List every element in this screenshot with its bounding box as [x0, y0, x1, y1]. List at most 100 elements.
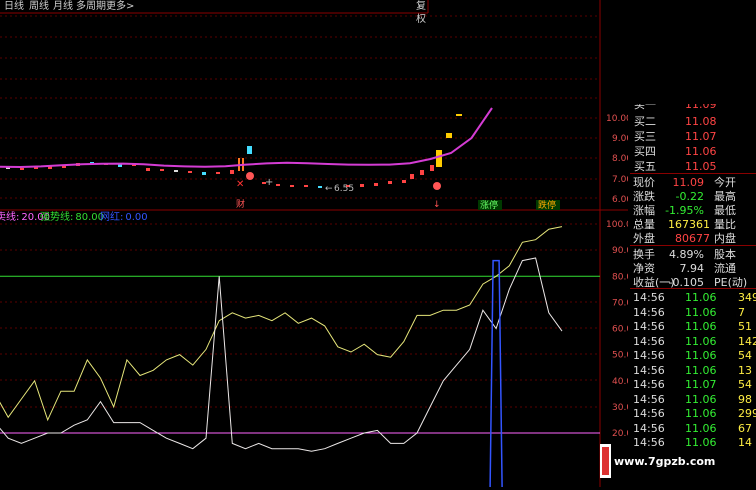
indicator-tick: 50.00: [612, 351, 628, 361]
tick-vol: 14: [738, 436, 752, 449]
tick-vol: 142: [738, 334, 756, 348]
tick-price: 11.06: [685, 334, 717, 348]
tick-time: 14:56: [633, 378, 665, 391]
book-price: 11.07: [685, 130, 717, 143]
event-markers: 财 ↓ 涨停 跌停: [236, 198, 560, 211]
book-row[interactable]: 买三 11.07: [630, 129, 756, 144]
book-row[interactable]: 买二 11.08: [630, 114, 756, 129]
indicator-series: [0, 226, 563, 488]
quote-panel: 买一 11.09 买二 11.08 买三 11.07 买四 11.06 买五 11.05 现价…: [630, 0, 756, 487]
tick-row: 14:56 11.06 54: [630, 348, 756, 363]
tick-vol: 7: [738, 305, 745, 319]
tick-row: 14:56 11.06 51: [630, 319, 756, 334]
stat-label-2: 股本: [714, 248, 736, 261]
stat-label-2: 量比: [714, 218, 736, 231]
tick-row: 14:56 11.07 54: [630, 377, 756, 392]
stat-label: 现价: [633, 176, 655, 189]
stat-value: -1.95%: [665, 204, 704, 217]
tick-price: 11.06: [685, 305, 717, 319]
tick-time: 14:56: [633, 291, 665, 304]
tick-time: 14:56: [633, 392, 665, 406]
book-label: 买五: [634, 160, 656, 173]
tick-vol: 98: [738, 392, 752, 406]
indicator-axis: 100.00 90.00 80.00 70.00 60.00 50.00 40.00 30.0…: [606, 220, 638, 439]
marker-cai: 财: [236, 198, 245, 210]
book-row[interactable]: 买五 11.05: [630, 159, 756, 174]
stat-label-2: 最高: [714, 190, 736, 203]
stat-label-2: 最低: [714, 204, 736, 217]
tick-time: 14:56: [633, 407, 665, 420]
butterfly-icon: ✕: [236, 179, 244, 190]
stat-value: 4.89%: [669, 248, 704, 261]
tick-row: 14:56 11.06 98: [630, 392, 756, 407]
stat-value: -0.22: [675, 190, 704, 203]
chart-area: 10.00 9.00 8.00 7.00 6.00: [0, 0, 638, 488]
stat-label: 外盘: [633, 232, 655, 245]
series-line-1: [0, 257, 563, 452]
watermark: www.7gpzb.com: [614, 455, 716, 468]
book-price: 11.06: [685, 145, 717, 158]
tick-time: 14:56: [633, 363, 665, 377]
indicator-grid: [0, 223, 600, 434]
book-row[interactable]: 买四 11.06: [630, 144, 756, 159]
series-line-0: [0, 226, 563, 422]
indicator-tick: 70.00: [612, 298, 628, 308]
stat-value: 7.94: [679, 262, 705, 275]
indicator-tick: 30.00: [612, 403, 628, 413]
price-tick: 10.00: [606, 114, 628, 124]
tick-time: 14:56: [633, 334, 665, 348]
tick-price: 11.06: [685, 407, 717, 420]
tick-row: 14:56 11.06 349: [630, 290, 756, 305]
legend-strong-line: 强势线: 80.00: [40, 210, 104, 223]
tick-vol: 13: [738, 363, 752, 377]
marker-die-ting: 跌停: [538, 199, 556, 211]
stat-label-2: 流通: [714, 262, 736, 275]
reference-lines: [0, 275, 600, 434]
indicator-tick: 80.00: [612, 272, 628, 282]
tick-vol: 51: [738, 320, 752, 333]
tick-price: 11.07: [685, 378, 717, 391]
series-wanghong: [489, 259, 503, 488]
indicator-tick: 40.00: [612, 377, 628, 387]
candlesticks: [6, 114, 462, 188]
tick-vol: 67: [738, 421, 752, 435]
indicator-tick: 20.00: [612, 429, 628, 439]
annotation-arrow: ←: [325, 184, 333, 194]
indicator-tick: 100.00: [606, 220, 628, 230]
tick-time: 14:56: [633, 320, 665, 333]
tick-row: 14:56 11.06 67: [630, 421, 756, 436]
price-axis: 10.00 9.00 8.00 7.00 6.00: [606, 114, 632, 205]
tick-time: 14:56: [633, 349, 665, 362]
stat-label: 总量: [633, 218, 655, 231]
tick-price: 11.06: [685, 363, 717, 377]
tick-price: 11.06: [685, 436, 717, 449]
marker-zhang-ting: 涨停: [480, 199, 498, 211]
tick-price: 11.06: [685, 349, 717, 362]
tick-price: 11.06: [685, 421, 717, 435]
stat-row: 涨跌 -0.22 最高: [630, 189, 756, 204]
price-tick: 6.00: [612, 195, 628, 205]
stat-value: 80677: [675, 232, 710, 245]
stat-label: 涨幅: [633, 204, 655, 217]
stat-label: 换手: [633, 248, 655, 261]
stat-row: 净资 7.94 流通: [630, 261, 756, 276]
tick-vol: 299: [738, 407, 756, 420]
tick-price: 11.06: [685, 291, 717, 304]
tick-time: 14:56: [633, 305, 665, 319]
tick-row: 14:56 11.06 7: [630, 305, 756, 320]
indicator-tick: 90.00: [612, 246, 628, 256]
stat-row: 总量 167361 量比: [630, 217, 756, 232]
signal-ball-icon: [433, 182, 441, 190]
price-tick: 8.00: [612, 154, 628, 164]
book-price: 11.08: [685, 115, 717, 128]
stat-label-2: 今开: [714, 176, 736, 189]
signal-ball-icon: [246, 172, 254, 180]
tick-price: 11.06: [685, 320, 717, 333]
book-label: 买二: [634, 115, 656, 128]
legend-wanghong: 网红: 0.00: [100, 210, 148, 223]
stat-row: 外盘 80677 内盘: [630, 231, 756, 246]
price-tick: 9.00: [612, 134, 628, 144]
price-tick: 7.00: [612, 175, 628, 185]
tick-time: 14:56: [633, 436, 665, 449]
tick-price: 11.06: [685, 392, 717, 406]
